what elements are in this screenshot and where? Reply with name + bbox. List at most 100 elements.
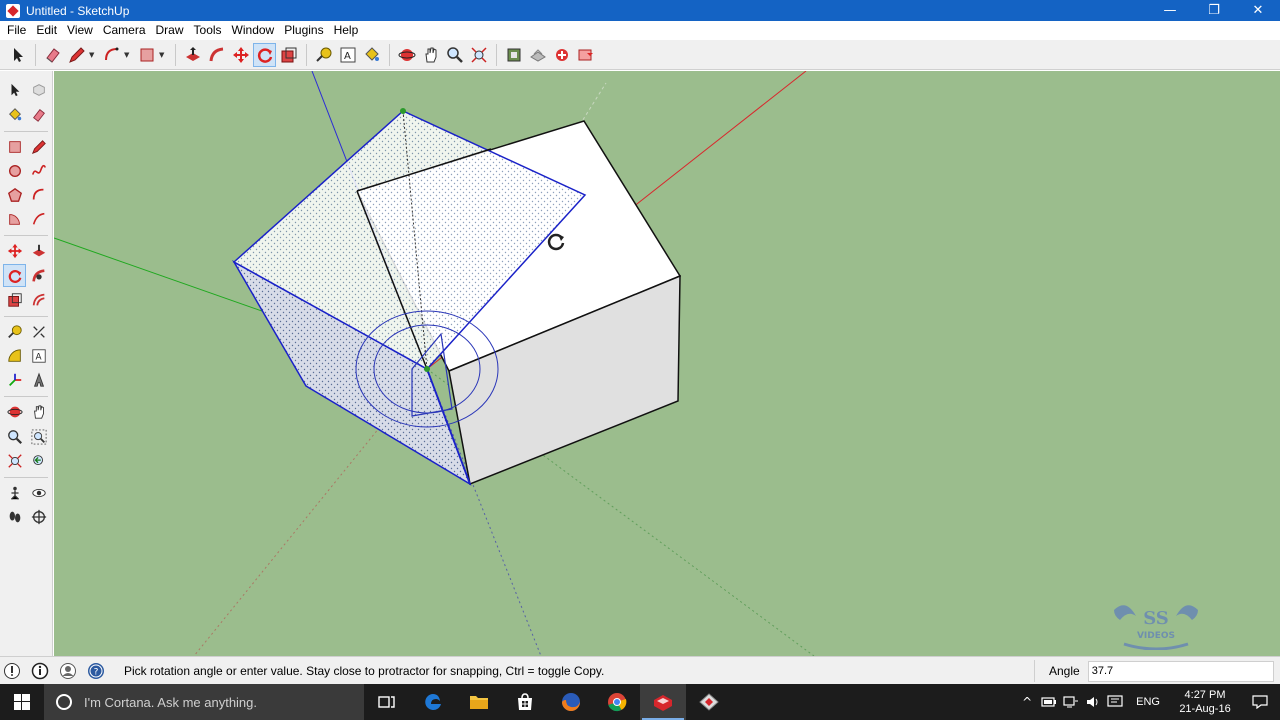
- palette-dimension-button[interactable]: [27, 320, 50, 343]
- palette-rectangle-button[interactable]: [3, 135, 26, 158]
- store-taskbar-button[interactable]: [502, 684, 548, 720]
- zoom-tool-button[interactable]: [443, 43, 466, 67]
- firefox-taskbar-button[interactable]: [548, 684, 594, 720]
- follow-me-tool-button[interactable]: [205, 43, 228, 67]
- palette-follow-me-button[interactable]: [27, 264, 50, 287]
- instructor-button[interactable]: ?: [86, 661, 106, 681]
- palette-zoom-extents-button[interactable]: [3, 449, 26, 472]
- move-tool-button[interactable]: [229, 43, 252, 67]
- menu-help[interactable]: Help: [329, 21, 364, 40]
- menu-window[interactable]: Window: [227, 21, 280, 40]
- start-button[interactable]: [0, 684, 44, 720]
- minimize-button[interactable]: —: [1148, 0, 1192, 21]
- push-pull-tool-button[interactable]: [181, 43, 204, 67]
- extension-button[interactable]: [526, 43, 549, 67]
- pencil-dropdown-icon[interactable]: ▼: [89, 51, 97, 59]
- palette-3d-text-button[interactable]: [27, 368, 50, 391]
- arc-dropdown-icon[interactable]: ▼: [124, 51, 132, 59]
- palette-orbit-button[interactable]: [3, 400, 26, 423]
- toolbar-separator: [389, 43, 390, 66]
- text-tool-button[interactable]: A: [336, 43, 359, 67]
- tape-measure-tool-button[interactable]: [312, 43, 335, 67]
- share-button[interactable]: [574, 43, 597, 67]
- menu-tools[interactable]: Tools: [189, 21, 227, 40]
- palette-pie-button[interactable]: [3, 207, 26, 230]
- pencil-tool-button[interactable]: [65, 43, 88, 67]
- menu-file[interactable]: File: [2, 21, 31, 40]
- eraser-tool-button[interactable]: [41, 43, 64, 67]
- palette-axes-button[interactable]: [3, 368, 26, 391]
- palette-make-component-button[interactable]: [27, 78, 50, 101]
- zoom-extents-tool-button[interactable]: [467, 43, 490, 67]
- measurements-input[interactable]: [1087, 660, 1274, 682]
- sign-in-button[interactable]: [58, 661, 78, 681]
- palette-line-button[interactable]: [27, 135, 50, 158]
- position-camera-icon: [10, 486, 19, 500]
- model-scene[interactable]: [54, 71, 1280, 656]
- menu-plugins[interactable]: Plugins: [279, 21, 328, 40]
- palette-select-button[interactable]: [3, 78, 26, 101]
- palette-push-pull-button[interactable]: [27, 239, 50, 262]
- rotate-tool-button[interactable]: [253, 42, 276, 67]
- palette-rotate-button[interactable]: [3, 264, 26, 287]
- show-hidden-icons-button[interactable]: ^: [1016, 684, 1038, 720]
- taskbar-clock[interactable]: 4:27 PM 21-Aug-16: [1170, 688, 1240, 716]
- network-tray-button[interactable]: [1060, 684, 1082, 720]
- volume-tray-button[interactable]: [1082, 684, 1104, 720]
- sketchup-viewer-taskbar-button[interactable]: [686, 684, 732, 720]
- close-button[interactable]: ✕: [1236, 0, 1280, 21]
- palette-walk-button[interactable]: [3, 505, 26, 528]
- orbit-tool-button[interactable]: [395, 43, 418, 67]
- rectangle-tool-button[interactable]: [135, 43, 158, 67]
- network-icon: [1063, 696, 1079, 708]
- sketchup-taskbar-button[interactable]: [640, 684, 686, 720]
- select-tool-button[interactable]: [6, 43, 29, 67]
- palette-section-plane-button[interactable]: [27, 505, 50, 528]
- palette-tape-measure-button[interactable]: [3, 320, 26, 343]
- chrome-taskbar-button[interactable]: [594, 684, 640, 720]
- arc-tool-button[interactable]: [100, 43, 123, 67]
- credits-button[interactable]: [30, 661, 50, 681]
- sketchup-logo-icon: [6, 3, 20, 18]
- palette-protractor-button[interactable]: [3, 344, 26, 367]
- palette-offset-button[interactable]: [27, 288, 50, 311]
- palette-look-around-button[interactable]: [27, 481, 50, 504]
- pan-tool-button[interactable]: [419, 43, 442, 67]
- palette-position-camera-button[interactable]: [3, 481, 26, 504]
- palette-arc-button[interactable]: [27, 183, 50, 206]
- edge-taskbar-button[interactable]: [410, 684, 456, 720]
- palette-zoom-window-button[interactable]: [27, 425, 50, 448]
- menu-camera[interactable]: Camera: [98, 21, 151, 40]
- paint-bucket-tool-button[interactable]: [360, 43, 383, 67]
- palette-eraser-button[interactable]: [27, 103, 50, 126]
- scale-tool-button[interactable]: [277, 43, 300, 67]
- maximize-button[interactable]: ❐: [1192, 0, 1236, 21]
- file-explorer-taskbar-button[interactable]: [456, 684, 502, 720]
- drawing-viewport[interactable]: SS VIDEOS: [54, 71, 1280, 656]
- action-center-tray-button[interactable]: [1104, 684, 1126, 720]
- menu-edit[interactable]: Edit: [31, 21, 62, 40]
- notifications-button[interactable]: [1240, 684, 1280, 720]
- palette-zoom-button[interactable]: [3, 425, 26, 448]
- task-view-button[interactable]: [364, 684, 410, 720]
- palette-circle-button[interactable]: [3, 159, 26, 182]
- palette-freehand-button[interactable]: [27, 159, 50, 182]
- menu-draw[interactable]: Draw: [151, 21, 189, 40]
- palette-paint-bucket-button[interactable]: [3, 103, 26, 126]
- palette-two-point-arc-button[interactable]: [27, 207, 50, 230]
- palette-move-button[interactable]: [3, 239, 26, 262]
- geo-location-button[interactable]: [2, 661, 22, 681]
- battery-tray-button[interactable]: [1038, 684, 1060, 720]
- palette-pan-button[interactable]: [27, 400, 50, 423]
- menu-view[interactable]: View: [62, 21, 98, 40]
- palette-text-button[interactable]: A: [27, 344, 50, 367]
- input-language-indicator[interactable]: ENG: [1126, 696, 1170, 708]
- palette-polygon-button[interactable]: [3, 183, 26, 206]
- components-button[interactable]: [550, 43, 573, 67]
- rectangle-dropdown-icon[interactable]: ▼: [159, 51, 167, 59]
- rotation-start-point: [400, 108, 406, 114]
- warehouse-button[interactable]: [502, 43, 525, 67]
- palette-previous-view-button[interactable]: [27, 449, 50, 472]
- cortana-search-box[interactable]: I'm Cortana. Ask me anything.: [44, 684, 364, 720]
- palette-scale-button[interactable]: [3, 288, 26, 311]
